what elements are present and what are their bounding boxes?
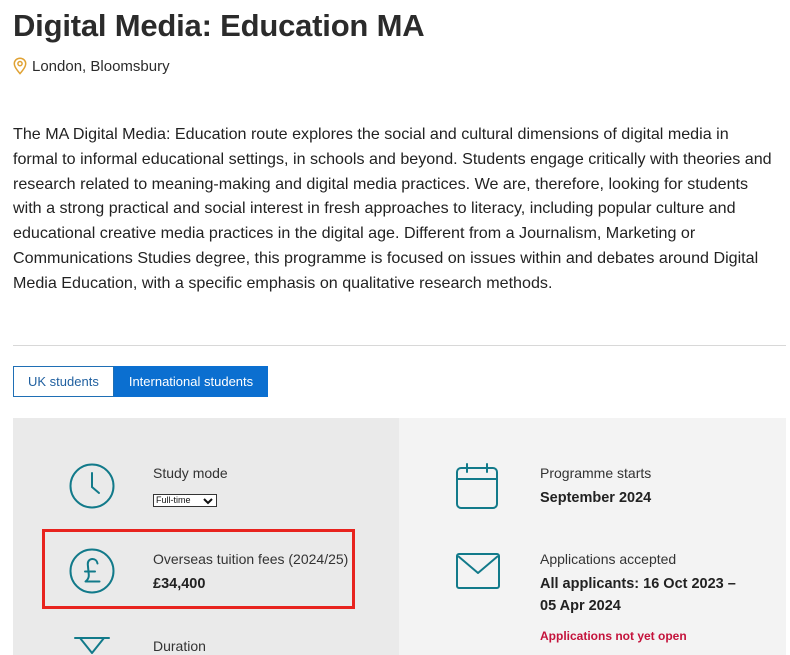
chevron-down-icon	[203, 498, 213, 505]
tab-uk-students[interactable]: UK students	[13, 366, 114, 397]
envelope-icon	[456, 553, 500, 589]
applications-status: Applications not yet open	[540, 629, 687, 643]
applications-label: Applications accepted	[540, 551, 677, 567]
location: London, Bloomsbury	[13, 57, 170, 75]
applications-dates-line2: 05 Apr 2024	[540, 598, 621, 614]
highlight-box	[42, 529, 355, 609]
programme-starts-label: Programme starts	[540, 465, 652, 481]
tab-international-students[interactable]: International students	[113, 366, 269, 397]
study-mode-select-value: Full-time	[156, 495, 191, 505]
applications-dates-line1: All applicants: 16 Oct 2023 –	[540, 576, 736, 592]
study-mode-select[interactable]: Full-time	[153, 494, 217, 507]
programme-starts-value: September 2024	[540, 490, 652, 506]
divider	[13, 345, 786, 346]
student-type-tabs: UK students International students	[13, 366, 269, 397]
study-mode-label: Study mode	[153, 465, 228, 481]
clock-icon	[69, 463, 115, 509]
key-info-right-panel	[399, 418, 786, 655]
duration-label: Duration	[153, 638, 206, 654]
map-pin-icon	[13, 57, 27, 75]
page-title: Digital Media: Education MA	[13, 8, 425, 43]
location-text: London, Bloomsbury	[32, 57, 170, 75]
calendar-icon	[456, 463, 498, 509]
hourglass-icon	[74, 637, 110, 654]
programme-intro: The MA Digital Media: Education route ex…	[13, 125, 772, 292]
